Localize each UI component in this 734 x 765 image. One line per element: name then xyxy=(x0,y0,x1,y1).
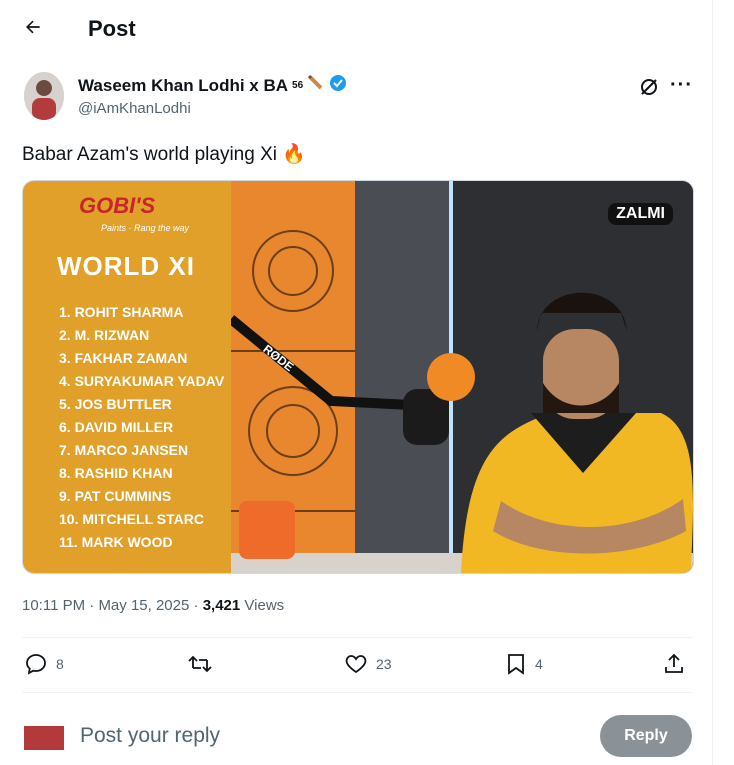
list-item: 1. ROHIT SHARMA xyxy=(59,304,184,320)
list-item: 2. M. RIZWAN xyxy=(59,327,150,343)
post-time[interactable]: 10:11 PM xyxy=(22,597,85,614)
action-bar: 8 23 4 xyxy=(22,652,692,682)
reply-count: 8 xyxy=(56,656,64,672)
repost-action-button[interactable] xyxy=(187,652,213,676)
like-action-button[interactable]: 23 xyxy=(344,652,392,676)
reply-button[interactable]: Reply xyxy=(600,715,692,757)
views-count: 3,421 xyxy=(202,597,241,614)
list-item: 4. SURYAKUMAR YADAV xyxy=(59,373,225,389)
page-title: Post xyxy=(88,16,136,41)
sponsor-tagline: Paints · Rang the way xyxy=(101,223,190,233)
more-options-icon[interactable]: ··· xyxy=(670,74,693,97)
share-action-button[interactable] xyxy=(662,652,686,676)
list-item: 3. FAKHAR ZAMAN xyxy=(59,350,188,366)
author-avatar[interactable] xyxy=(24,72,64,120)
bookmark-icon xyxy=(508,654,524,675)
player-list: 1. ROHIT SHARMA 2. M. RIZWAN 3. FAKHAR Z… xyxy=(59,301,224,554)
grok-icon[interactable] xyxy=(638,76,660,98)
repost-icon xyxy=(188,655,212,673)
reply-icon xyxy=(26,654,46,675)
sponsor-logo: GOBI'S xyxy=(79,193,156,218)
post-meta: 10:11 PM · May 15, 2025 · 3,421 Views xyxy=(22,597,284,614)
author-handle[interactable]: @iAmKhanLodhi xyxy=(78,100,191,117)
divider xyxy=(22,692,692,693)
like-count: 23 xyxy=(376,656,392,672)
header: Post xyxy=(0,0,712,56)
studio-photo: ZALMI RØDE xyxy=(231,181,693,573)
bookmark-count: 4 xyxy=(535,656,543,672)
column-divider xyxy=(712,0,713,765)
list-item: 6. DAVID MILLER xyxy=(59,419,174,435)
tweet-text: Babar Azam's world playing Xi 🔥 xyxy=(22,144,306,165)
panel-title: WORLD XI xyxy=(57,251,195,281)
share-icon xyxy=(665,653,683,673)
author-name[interactable]: Waseem Khan Lodhi x BA 56 xyxy=(78,74,347,97)
reply-action-button[interactable]: 8 xyxy=(24,652,64,676)
user-avatar[interactable] xyxy=(24,726,64,750)
list-item: 8. RASHID KHAN xyxy=(59,465,173,481)
list-item: 5. JOS BUTTLER xyxy=(59,396,172,412)
heart-icon xyxy=(345,655,367,674)
divider xyxy=(22,637,692,638)
post-date[interactable]: May 15, 2025 xyxy=(98,597,189,614)
reply-input[interactable]: Post your reply xyxy=(80,724,220,748)
views-label: Views xyxy=(244,597,285,614)
meta-separator: · xyxy=(193,597,203,614)
verified-badge-icon xyxy=(329,74,347,97)
channel-badge: ZALMI xyxy=(608,203,673,225)
back-arrow-icon[interactable] xyxy=(20,14,46,40)
list-item: 7. MARCO JANSEN xyxy=(59,442,189,458)
list-item: 10. MITCHELL STARC xyxy=(59,511,204,527)
world-xi-panel: GOBI'S Paints · Rang the way WORLD XI 1.… xyxy=(23,181,231,573)
list-item: 11. MARK WOOD xyxy=(59,534,173,550)
bookmark-action-button[interactable]: 4 xyxy=(505,652,543,676)
list-item: 9. PAT CUMMINS xyxy=(59,488,172,504)
cricket-bat-icon xyxy=(307,74,325,97)
tweet-media-image[interactable]: GOBI'S Paints · Rang the way WORLD XI 1.… xyxy=(22,180,694,574)
